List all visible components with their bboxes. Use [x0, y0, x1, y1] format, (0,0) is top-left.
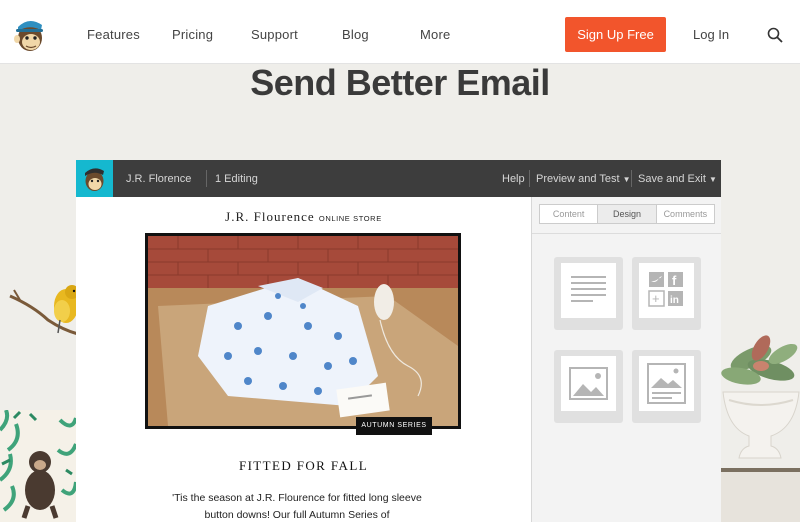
image-block-icon — [569, 367, 608, 400]
editor-home-button[interactable] — [76, 160, 113, 197]
nav-blog[interactable]: Blog — [342, 27, 369, 42]
panel-divider — [532, 233, 721, 234]
svg-text:f: f — [672, 273, 677, 288]
succulent-plant-photo — [721, 335, 800, 522]
nav-more[interactable]: More — [420, 27, 450, 42]
tab-comments[interactable]: Comments — [657, 205, 714, 223]
nav-features[interactable]: Features — [87, 27, 140, 42]
caret-down-icon: ▼ — [622, 175, 631, 184]
email-body-text[interactable]: 'Tis the season at J.R. Flourence for fi… — [172, 490, 422, 522]
tab-design[interactable]: Design — [598, 205, 657, 223]
bird-on-branch-illustration — [9, 285, 80, 336]
panel-tabs: Content Design Comments — [539, 204, 715, 224]
nav-support[interactable]: Support — [251, 27, 298, 42]
nav-pricing[interactable]: Pricing — [172, 27, 213, 42]
shirt-photo[interactable] — [145, 233, 461, 429]
toolbar-divider — [529, 170, 530, 187]
log-in-link[interactable]: Log In — [693, 27, 729, 42]
social-block-icon: f + in — [648, 272, 683, 307]
store-name: J.R. Flourence — [225, 209, 315, 224]
preview-and-test-label: Preview and Test — [536, 173, 620, 185]
monkey-card-photo — [0, 410, 76, 522]
help-menu[interactable]: Help — [502, 173, 525, 185]
email-canvas[interactable]: J.R. Flourence ONLINE STORE AUTUMN SERIE… — [76, 197, 531, 522]
caret-down-icon: ▼ — [708, 175, 717, 184]
toolbar-divider — [631, 170, 632, 187]
autumn-series-badge: AUTUMN SERIES — [356, 417, 432, 435]
editor-window: J.R. Florence 1 Editing Help Preview and… — [76, 160, 721, 522]
social-block-tile[interactable]: f + in — [632, 257, 701, 330]
store-header[interactable]: J.R. Flourence ONLINE STORE — [76, 209, 531, 225]
save-and-exit-label: Save and Exit — [638, 173, 706, 185]
tab-content[interactable]: Content — [540, 205, 599, 223]
sign-up-free-button[interactable]: Sign Up Free — [565, 17, 666, 52]
text-block-icon — [571, 276, 606, 302]
text-block-tile[interactable] — [554, 257, 623, 330]
editor-toolbar: J.R. Florence 1 Editing Help Preview and… — [76, 160, 721, 197]
image-card-block-tile[interactable] — [632, 350, 701, 423]
search-icon[interactable] — [767, 27, 783, 43]
toolbar-divider — [206, 170, 207, 187]
freddie-logo-icon[interactable] — [14, 17, 46, 53]
save-and-exit-menu[interactable]: Save and Exit ▼ — [638, 173, 717, 185]
store-suffix: ONLINE STORE — [318, 214, 382, 223]
editing-status[interactable]: 1 Editing — [215, 173, 258, 185]
image-card-block-icon — [647, 363, 686, 404]
freddie-icon — [85, 168, 104, 191]
preview-and-test-menu[interactable]: Preview and Test ▼ — [536, 173, 631, 185]
svg-text:+: + — [652, 291, 660, 306]
page-title: Send Better Email — [250, 62, 550, 103]
design-panel: Content Design Comments f + in — [531, 197, 721, 522]
email-headline[interactable]: FITTED FOR FALL — [76, 458, 531, 474]
top-nav: Features Pricing Support Blog More Sign … — [0, 0, 800, 64]
account-name[interactable]: J.R. Florence — [126, 173, 191, 185]
svg-text:in: in — [670, 295, 679, 306]
image-block-tile[interactable] — [554, 350, 623, 423]
